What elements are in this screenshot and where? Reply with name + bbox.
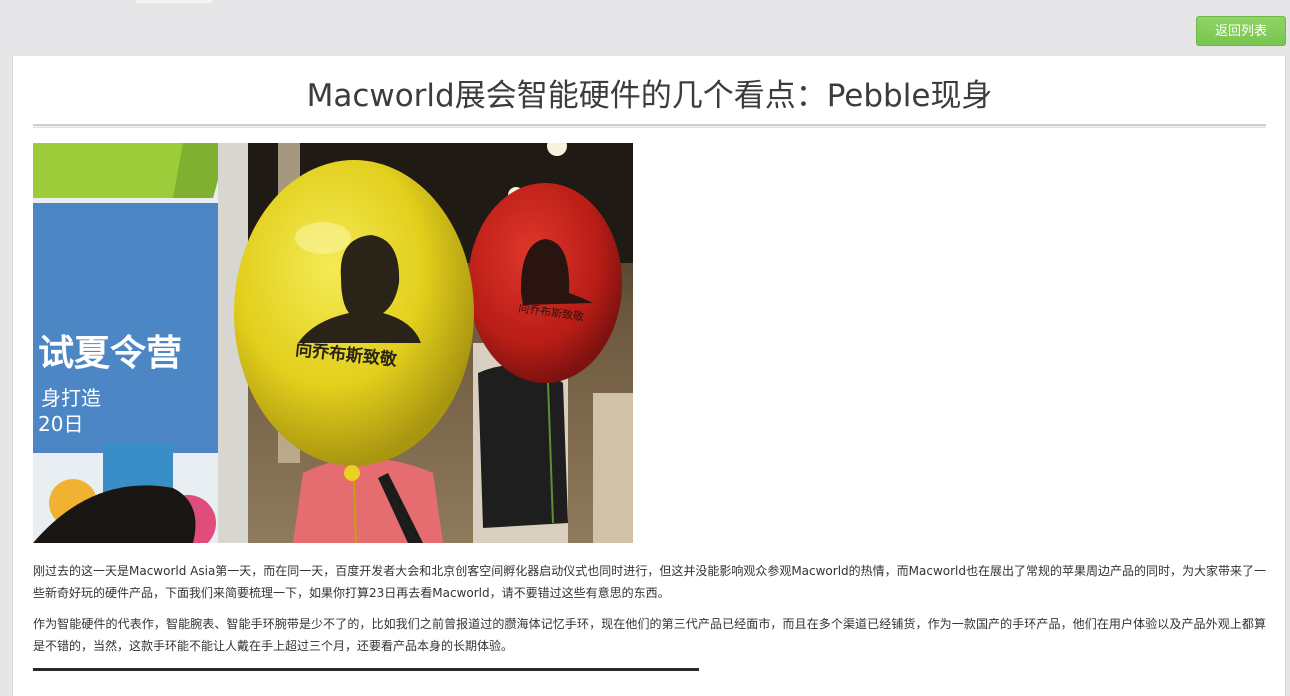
article-photo: 试夏令营 身打造 20日 向乔布斯致敬 向乔布斯致敬 [33, 143, 633, 543]
article-paragraph: 作为智能硬件的代表作，智能腕表、智能手环腕带是少不了的，比如我们之前曾报道过的臜… [33, 617, 1266, 653]
article-paragraph: 刚过去的这一天是Macworld Asia第一天，而在同一天，百度开发者大会和北… [33, 564, 1267, 600]
poster-text-1: 试夏令营 [38, 333, 182, 374]
poster-text-3: 20日 [38, 412, 83, 436]
top-bar [0, 0, 1290, 56]
person-pink-shirt [293, 458, 443, 543]
poster-text-2: 身打造 [41, 386, 101, 410]
article-card: Macworld展会智能硬件的几个看点：Pebble现身 试夏令营 身打造 20… [12, 56, 1286, 696]
back-to-list-button[interactable]: 返回列表 [1196, 16, 1286, 46]
backpack [478, 365, 568, 528]
top-tab-indicator [136, 0, 212, 3]
article-title: Macworld展会智能硬件的几个看点：Pebble现身 [306, 78, 993, 114]
title-divider [33, 124, 1266, 128]
